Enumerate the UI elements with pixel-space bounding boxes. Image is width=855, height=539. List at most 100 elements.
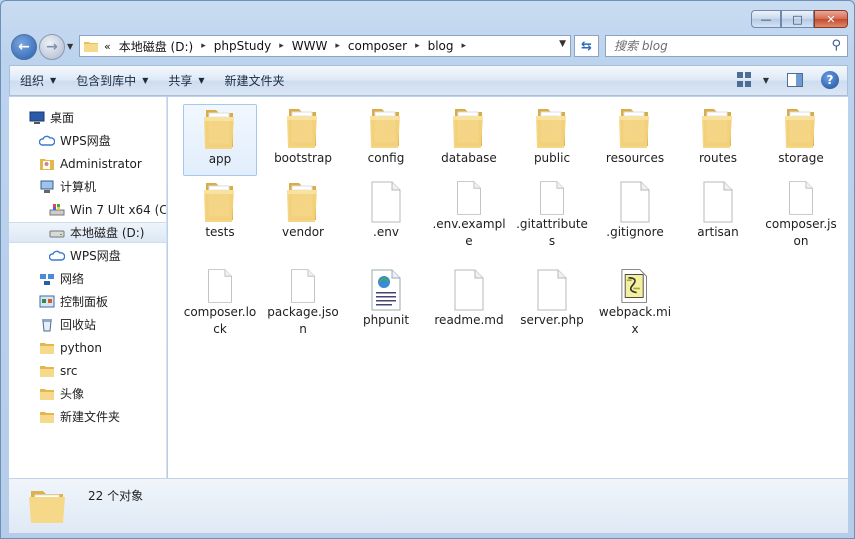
sidebar-item[interactable]: 头像	[9, 383, 84, 404]
folder-icon	[204, 183, 234, 222]
sidebar-item[interactable]: 网络	[9, 268, 84, 289]
file-icon	[208, 269, 232, 303]
file-item[interactable]: bootstrap	[266, 104, 340, 176]
close-button[interactable]: ✕	[814, 10, 848, 28]
file-icon	[454, 269, 484, 311]
address-bar[interactable]: « 本地磁盘 (D:) ▸ phpStudy ▸ WWW ▸ composer ▸ blog ▸ …	[79, 35, 571, 57]
sidebar-item[interactable]: 回收站	[9, 314, 96, 335]
file-name: server.php	[520, 313, 584, 327]
file-item[interactable]: composer.lock	[183, 266, 257, 338]
organize-button[interactable]: 组织 ▼	[10, 66, 66, 95]
file-item[interactable]: artisan	[681, 178, 755, 250]
file-item[interactable]: resources	[598, 104, 672, 176]
file-list: app bootstrap config database public resource…	[168, 97, 848, 478]
search-box[interactable]: ⚲	[605, 35, 848, 57]
address-history-dropdown[interactable]: ▼	[559, 39, 566, 49]
breadcrumb-separator-icon[interactable]: ▸	[279, 41, 284, 51]
file-item[interactable]: config	[349, 104, 423, 176]
file-item[interactable]: .gitattributes	[515, 178, 589, 250]
file-icon	[457, 181, 481, 215]
file-name: readme.md	[434, 313, 504, 327]
sidebar-item-label: 本地磁盘 (D:)	[70, 226, 145, 240]
search-input[interactable]	[614, 39, 814, 53]
new-folder-button[interactable]: 新建文件夹	[215, 66, 295, 95]
file-item[interactable]: webpack.mix	[598, 266, 672, 338]
share-label: 共享	[168, 74, 193, 88]
file-icon	[620, 181, 650, 223]
file-name: resources	[605, 151, 665, 165]
system-drive-icon	[49, 203, 65, 215]
chevron-down-icon: ▼	[142, 76, 149, 85]
file-item[interactable]: .env.example	[432, 178, 506, 250]
view-dropdown[interactable]: ▼	[763, 76, 769, 85]
breadcrumb-item[interactable]: 本地磁盘 (D:)	[119, 38, 193, 55]
file-item[interactable]: app	[183, 104, 257, 176]
help-icon[interactable]: ?	[821, 71, 839, 89]
forward-button[interactable]: →	[39, 34, 65, 60]
chevron-down-icon: ▼	[198, 76, 205, 85]
breadcrumb: « 本地磁盘 (D:) ▸ phpStudy ▸ WWW ▸ composer ▸ blog ▸	[104, 38, 474, 55]
file-item[interactable]: server.php	[515, 266, 589, 338]
file-item[interactable]: .gitignore	[598, 178, 672, 250]
share-button[interactable]: 共享 ▼	[158, 66, 214, 95]
file-icon	[789, 181, 813, 215]
sidebar-item[interactable]: 桌面	[9, 107, 74, 128]
file-name: tests	[205, 225, 235, 239]
sidebar-item[interactable]: 控制面板	[9, 291, 108, 312]
sidebar-item[interactable]: python	[9, 337, 102, 358]
desktop-icon	[29, 111, 45, 124]
breadcrumb-item[interactable]: phpStudy	[214, 39, 272, 53]
sidebar-item[interactable]: 本地磁盘 (D:)	[9, 222, 166, 243]
file-item[interactable]: phpunit	[349, 266, 423, 338]
file-item[interactable]: database	[432, 104, 506, 176]
breadcrumb-item[interactable]: WWW	[292, 39, 328, 53]
overflow-chevron-icon[interactable]: «	[104, 40, 111, 53]
breadcrumb-separator-icon[interactable]: ▸	[335, 41, 340, 51]
sidebar-item-label: src	[60, 363, 78, 378]
file-item[interactable]: storage	[764, 104, 838, 176]
file-name: .env.example	[432, 217, 506, 248]
file-item[interactable]: tests	[183, 178, 257, 250]
file-item[interactable]: routes	[681, 104, 755, 176]
file-name: storage	[778, 151, 824, 165]
script-icon	[621, 269, 647, 303]
breadcrumb-separator-icon[interactable]: ▸	[201, 41, 206, 51]
search-icon[interactable]: ⚲	[831, 38, 841, 53]
sidebar-item[interactable]: Administrator	[9, 153, 142, 174]
breadcrumb-separator-icon[interactable]: ▸	[462, 41, 467, 51]
file-name: .env	[373, 225, 399, 239]
sidebar-item[interactable]: WPS网盘	[9, 245, 121, 266]
sidebar-item[interactable]: WPS网盘	[9, 130, 111, 151]
file-icon	[537, 269, 567, 311]
file-item[interactable]: vendor	[266, 178, 340, 250]
breadcrumb-item[interactable]: composer	[348, 39, 407, 53]
file-icon	[540, 181, 564, 215]
recent-pages-dropdown[interactable]: ▼	[67, 42, 73, 51]
chevron-down-icon: ▼	[50, 76, 57, 85]
cloud-icon	[49, 250, 65, 261]
file-item[interactable]: readme.md	[432, 266, 506, 338]
sidebar-item[interactable]: Win 7 Ult x64 (C:	[9, 199, 166, 220]
file-name: bootstrap	[274, 151, 332, 165]
breadcrumb-separator-icon[interactable]: ▸	[415, 41, 420, 51]
refresh-button[interactable]: ⇆	[574, 35, 599, 57]
breadcrumb-item[interactable]: blog	[428, 39, 454, 53]
preview-pane-icon[interactable]	[787, 73, 803, 87]
sidebar-item[interactable]: 计算机	[9, 176, 96, 197]
back-button[interactable]: ←	[11, 34, 37, 60]
file-name: app	[208, 152, 232, 166]
file-item[interactable]: composer.json	[764, 178, 838, 250]
file-item[interactable]: package.json	[266, 266, 340, 338]
minimize-button[interactable]: —	[751, 10, 781, 28]
drive-icon	[49, 230, 65, 237]
file-name: composer.lock	[183, 305, 257, 336]
view-options-icon[interactable]	[736, 72, 753, 88]
include-library-label: 包含到库中	[76, 74, 137, 88]
include-library-button[interactable]: 包含到库中 ▼	[66, 66, 158, 95]
maximize-button[interactable]: □	[781, 10, 814, 28]
sidebar-item[interactable]: 新建文件夹	[9, 406, 120, 427]
folder-icon	[40, 342, 54, 354]
file-item[interactable]: public	[515, 104, 589, 176]
file-item[interactable]: .env	[349, 178, 423, 250]
sidebar-item[interactable]: src	[9, 360, 78, 381]
